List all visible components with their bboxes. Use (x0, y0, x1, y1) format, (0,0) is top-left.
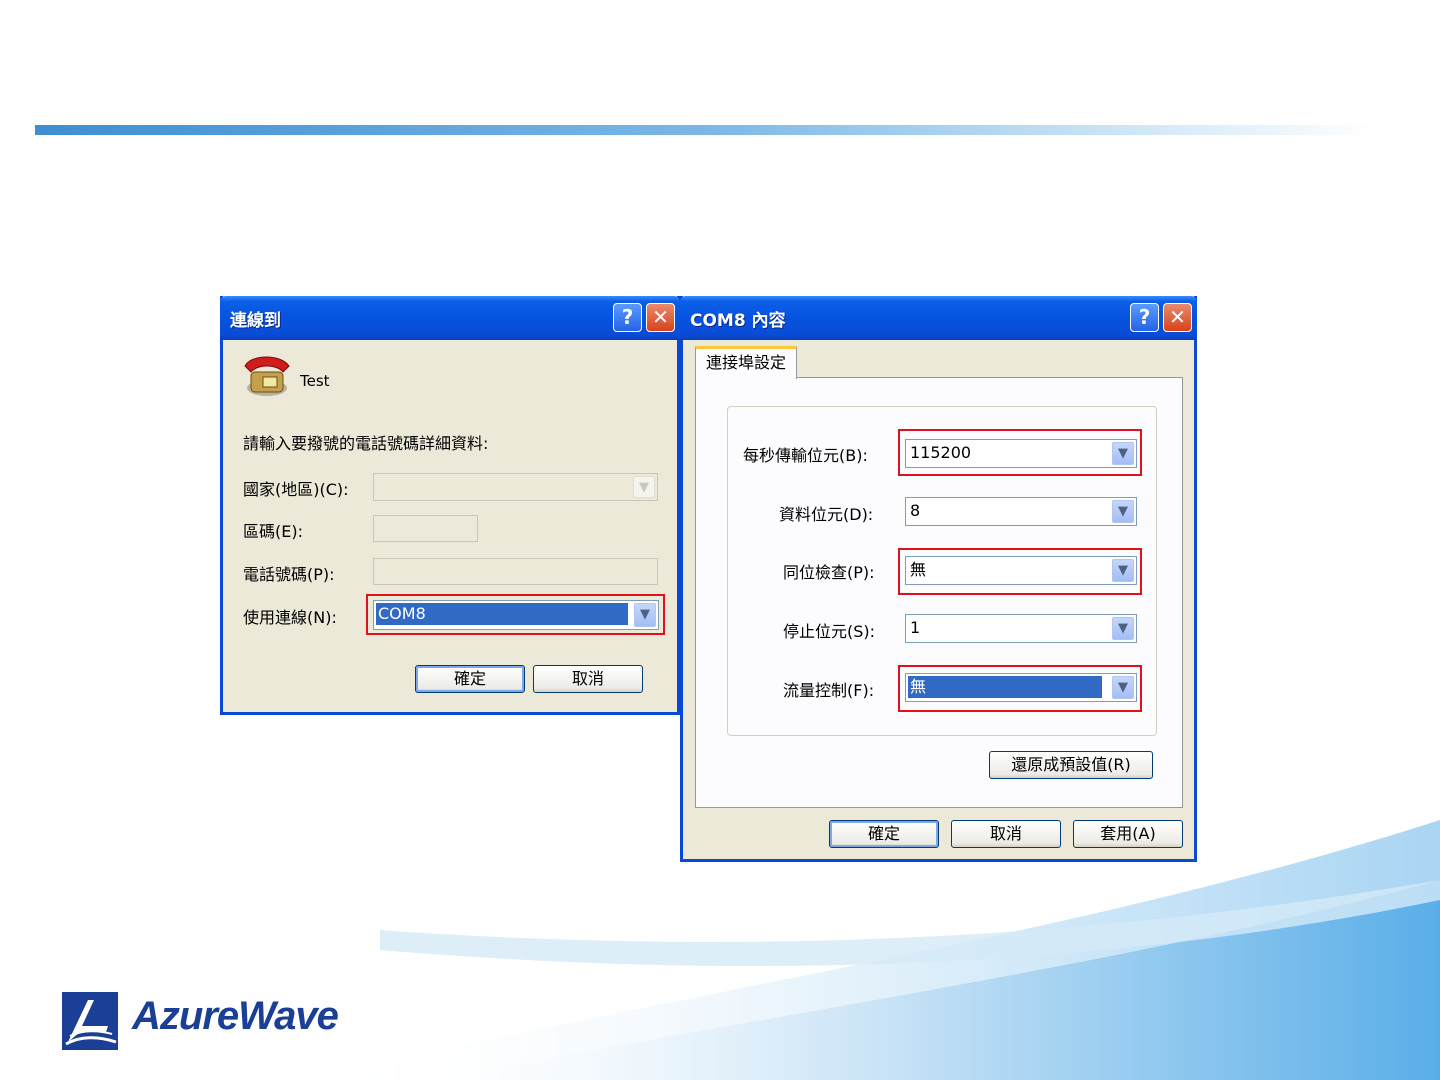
ok-button[interactable]: 確定 (415, 665, 525, 693)
chevron-down-icon: ▼ (633, 476, 655, 498)
cancel-button[interactable]: 取消 (533, 665, 643, 693)
parity-label: 同位檢查(P): (783, 563, 875, 582)
cancel-button[interactable]: 取消 (951, 820, 1061, 848)
highlight-box (898, 665, 1142, 712)
chevron-down-icon[interactable]: ▼ (1112, 500, 1134, 523)
phone-label: 電話號碼(P): (243, 565, 335, 584)
azurewave-logo-icon (62, 992, 118, 1050)
close-button[interactable]: ✕ (1163, 303, 1192, 332)
restore-defaults-button[interactable]: 還原成預設值(R) (989, 751, 1153, 779)
bits-per-second-label: 每秒傳輸位元(B): (743, 446, 868, 465)
apply-button[interactable]: 套用(A) (1073, 820, 1183, 848)
help-button[interactable]: ? (1130, 303, 1159, 332)
close-button[interactable]: ✕ (646, 303, 675, 332)
country-select: ▼ (373, 473, 658, 501)
title-bar: 連線到 ? ✕ (220, 296, 680, 340)
ok-button[interactable]: 確定 (829, 820, 939, 848)
country-label: 國家(地區)(C): (243, 480, 349, 499)
connection-name: Test (300, 372, 330, 390)
stop-bits-label: 停止位元(S): (783, 622, 876, 641)
area-code-field (373, 515, 478, 542)
area-code-label: 區碼(E): (243, 522, 303, 541)
highlight-box (366, 594, 665, 635)
com8-properties-dialog: COM8 內容 ? ✕ 連接埠設定 每秒傳輸位元(B): 115200 ▼ 資料… (680, 296, 1197, 862)
stop-bits-select[interactable]: 1 ▼ (905, 614, 1137, 643)
data-bits-label: 資料位元(D): (779, 505, 874, 524)
prompt-text: 請輸入要撥號的電話號碼詳細資料: (243, 434, 489, 453)
tab-port-settings[interactable]: 連接埠設定 (695, 346, 798, 379)
data-bits-select[interactable]: 8 ▼ (905, 497, 1137, 526)
dialog-title: COM8 內容 (690, 311, 786, 331)
stop-bits-value: 1 (910, 618, 921, 637)
dialog-title: 連線到 (230, 311, 281, 331)
highlight-box (898, 548, 1142, 595)
flow-control-label: 流量控制(F): (783, 681, 875, 700)
highlight-box (898, 429, 1142, 476)
azurewave-logo: AzureWave (62, 992, 339, 1056)
help-button[interactable]: ? (613, 303, 642, 332)
phone-icon (244, 356, 290, 396)
title-bar: COM8 內容 ? ✕ (680, 296, 1197, 340)
connect-using-label: 使用連線(N): (243, 608, 337, 627)
logo-text: AzureWave (132, 994, 339, 1038)
data-bits-value: 8 (910, 501, 921, 520)
connect-to-dialog: 連線到 ? ✕ Test 請輸入要撥號的電話號碼詳細資料: 國家(地區)(C):… (220, 296, 680, 715)
phone-field (373, 558, 658, 585)
chevron-down-icon[interactable]: ▼ (1112, 617, 1134, 640)
